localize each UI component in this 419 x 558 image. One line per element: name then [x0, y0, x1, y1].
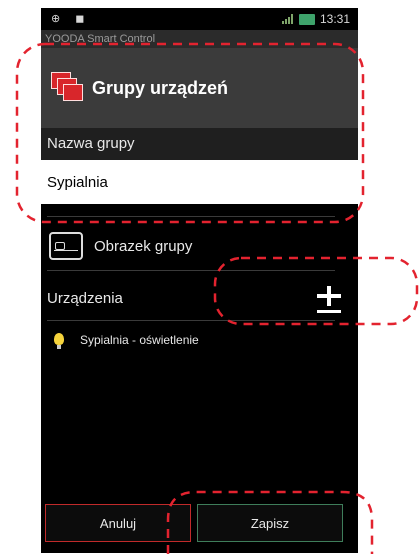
signal-icon — [281, 14, 294, 24]
plus-icon-bar — [317, 294, 341, 298]
save-button[interactable]: Zapisz — [197, 504, 343, 542]
phone-screen: ⊕ ◼ 13:31 YOODA Smart Control Grupy urzą… — [41, 8, 358, 553]
divider — [47, 320, 335, 321]
divider — [47, 270, 335, 271]
device-groups-icon — [51, 72, 83, 102]
page-title: Grupy urządzeń — [92, 78, 229, 98]
cancel-button[interactable]: Anuluj — [45, 504, 191, 542]
screen-header: Grupy urządzeń — [41, 48, 358, 128]
group-image-row[interactable]: Obrazek grupy — [41, 226, 358, 274]
group-name-label: Nazwa grupy — [41, 128, 358, 160]
bulb-icon — [54, 333, 64, 349]
device-name: Sypialnia - oświetlenie — [80, 333, 199, 347]
status-bar: ⊕ ◼ 13:31 — [41, 8, 358, 30]
list-item[interactable]: Sypialnia - oświetlenie — [41, 328, 358, 358]
devices-row: Urządzenia — [41, 278, 358, 322]
notification-icons: ⊕ ◼ — [51, 13, 91, 25]
battery-icon — [298, 13, 315, 25]
clock: 13:31 — [319, 12, 350, 26]
status-right: 13:31 — [281, 12, 350, 26]
divider — [47, 216, 335, 217]
plus-icon-underline — [317, 310, 341, 313]
bed-icon — [49, 232, 83, 260]
group-image-label: Obrazek grupy — [94, 238, 193, 255]
app-name: YOODA Smart Control — [41, 30, 358, 48]
group-name-input[interactable] — [41, 160, 358, 204]
add-device-button[interactable] — [316, 284, 342, 314]
devices-label: Urządzenia — [47, 290, 123, 307]
